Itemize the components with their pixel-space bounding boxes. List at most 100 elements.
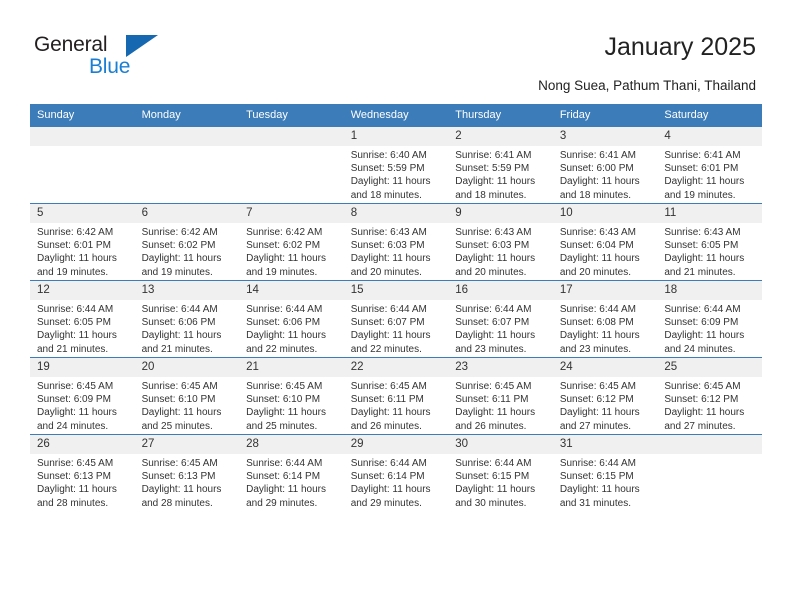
day-details: Sunrise: 6:43 AM Sunset: 6:03 PM Daylight:… [448, 223, 553, 279]
calendar-day-cell[interactable]: 19 Sunrise: 6:45 AM Sunset: 6:09 PM Dayligh… [30, 357, 135, 435]
day-number: 27 [134, 435, 240, 454]
sunrise-text: Sunrise: 6:42 AM [246, 227, 323, 238]
daylight-text: Daylight: 11 hours and 25 minutes. [141, 407, 222, 432]
sunrise-text: Sunrise: 6:44 AM [455, 458, 532, 469]
calendar-day-cell[interactable]: 21 Sunrise: 6:45 AM Sunset: 6:10 PM Dayligh… [239, 357, 344, 435]
sunrise-text: Sunrise: 6:41 AM [559, 150, 636, 161]
sunrise-sunset-calendar: Sunday Monday Tuesday Wednesday Thursday… [30, 104, 762, 511]
daylight-text: Daylight: 11 hours and 28 minutes. [37, 484, 117, 509]
sunrise-text: Sunrise: 6:45 AM [37, 381, 114, 392]
day-number [30, 127, 135, 146]
day-number: 11 [657, 204, 762, 223]
sunrise-text: Sunrise: 6:44 AM [37, 304, 114, 315]
sunrise-text: Sunrise: 6:45 AM [141, 458, 218, 469]
calendar-day-cell[interactable]: 7 Sunrise: 6:42 AM Sunset: 6:02 PM Daylight… [239, 203, 344, 281]
sunset-text: Sunset: 6:03 PM [350, 240, 425, 252]
calendar-day-cell[interactable]: 9 Sunrise: 6:43 AM Sunset: 6:03 PM Daylight… [448, 203, 553, 281]
day-number [134, 127, 240, 146]
calendar-page: General Blue January 2025 Nong Suea, Pat… [0, 0, 792, 612]
calendar-day-cell[interactable]: 12 Sunrise: 6:44 AM Sunset: 6:05 PM Dayligh… [30, 280, 135, 358]
day-details: Sunrise: 6:44 AM Sunset: 6:14 PM Daylight:… [239, 454, 344, 510]
sunset-text: Sunset: 6:01 PM [37, 240, 111, 252]
calendar-day-cell[interactable]: 3 Sunrise: 6:41 AM Sunset: 6:00 PM Daylight… [552, 127, 658, 204]
day-details: Sunrise: 6:41 AM Sunset: 5:59 PM Daylight:… [448, 146, 553, 202]
sunset-text: Sunset: 6:10 PM [246, 394, 321, 406]
day-number: 4 [657, 127, 762, 146]
day-number: 18 [657, 281, 762, 300]
sunset-text: Sunset: 6:05 PM [664, 240, 739, 252]
sunset-text: Sunset: 5:59 PM [350, 163, 425, 175]
sunrise-text: Sunrise: 6:42 AM [37, 227, 114, 238]
daylight-text: Daylight: 11 hours and 21 minutes. [141, 330, 222, 355]
calendar-day-cell[interactable]: 5 Sunrise: 6:42 AM Sunset: 6:01 PM Daylight… [30, 203, 135, 281]
calendar-day-cell[interactable]: 30 Sunrise: 6:44 AM Sunset: 6:15 PM Dayligh… [448, 434, 553, 511]
day-details: Sunrise: 6:44 AM Sunset: 6:15 PM Daylight:… [448, 454, 553, 510]
day-number: 12 [30, 281, 135, 300]
sunset-text: Sunset: 6:06 PM [246, 317, 321, 329]
daylight-text: Daylight: 11 hours and 27 minutes. [664, 407, 745, 432]
calendar-day-cell[interactable]: 2 Sunrise: 6:41 AM Sunset: 5:59 PM Daylight… [448, 127, 553, 204]
calendar-day-cell[interactable]: 6 Sunrise: 6:42 AM Sunset: 6:02 PM Daylight… [134, 203, 240, 281]
daylight-text: Daylight: 11 hours and 27 minutes. [559, 407, 640, 432]
calendar-day-cell[interactable]: 24 Sunrise: 6:45 AM Sunset: 6:12 PM Dayligh… [552, 357, 658, 435]
daylight-text: Daylight: 11 hours and 19 minutes. [37, 253, 117, 278]
sunrise-text: Sunrise: 6:45 AM [664, 381, 741, 392]
calendar-day-cell[interactable]: 4 Sunrise: 6:41 AM Sunset: 6:01 PM Daylight… [657, 127, 762, 204]
calendar-day-cell[interactable]: 22 Sunrise: 6:45 AM Sunset: 6:11 PM Dayligh… [343, 357, 449, 435]
sunrise-text: Sunrise: 6:43 AM [350, 227, 427, 238]
calendar-day-cell[interactable]: 18 Sunrise: 6:44 AM Sunset: 6:09 PM Dayligh… [657, 280, 762, 358]
weekday-header-friday: Friday [552, 104, 658, 127]
sunset-text: Sunset: 6:12 PM [559, 394, 634, 406]
daylight-text: Daylight: 11 hours and 19 minutes. [664, 176, 745, 201]
day-details: Sunrise: 6:45 AM Sunset: 6:11 PM Daylight:… [344, 377, 449, 433]
daylight-text: Daylight: 11 hours and 19 minutes. [246, 253, 326, 278]
sunset-text: Sunset: 6:06 PM [141, 317, 216, 329]
calendar-day-cell[interactable]: 14 Sunrise: 6:44 AM Sunset: 6:06 PM Dayligh… [239, 280, 344, 358]
calendar-day-cell-empty [134, 127, 240, 204]
general-blue-logo[interactable]: General Blue [34, 34, 214, 82]
calendar-day-cell[interactable]: 11 Sunrise: 6:43 AM Sunset: 6:05 PM Dayligh… [657, 203, 762, 281]
sunset-text: Sunset: 6:10 PM [141, 394, 216, 406]
sunset-text: Sunset: 6:13 PM [37, 471, 111, 483]
weekday-header-wednesday: Wednesday [343, 104, 449, 127]
calendar-day-cell[interactable]: 10 Sunrise: 6:43 AM Sunset: 6:04 PM Dayligh… [552, 203, 658, 281]
day-details: Sunrise: 6:44 AM Sunset: 6:15 PM Daylight:… [553, 454, 658, 510]
day-number: 31 [552, 435, 658, 454]
sunrise-text: Sunrise: 6:44 AM [141, 304, 218, 315]
sunset-text: Sunset: 6:07 PM [455, 317, 530, 329]
day-details: Sunrise: 6:45 AM Sunset: 6:13 PM Daylight:… [30, 454, 135, 510]
day-number: 23 [448, 358, 553, 377]
sunset-text: Sunset: 6:12 PM [664, 394, 739, 406]
calendar-day-cell[interactable]: 27 Sunrise: 6:45 AM Sunset: 6:13 PM Dayligh… [134, 434, 240, 511]
logo-text-blue: Blue [89, 55, 131, 78]
day-details: Sunrise: 6:41 AM Sunset: 6:00 PM Daylight:… [553, 146, 658, 202]
calendar-day-cell[interactable]: 8 Sunrise: 6:43 AM Sunset: 6:03 PM Daylight… [343, 203, 449, 281]
logo-text-general: General [34, 33, 108, 56]
calendar-day-cell-empty [657, 434, 762, 511]
calendar-day-cell[interactable]: 31 Sunrise: 6:44 AM Sunset: 6:15 PM Dayligh… [552, 434, 658, 511]
daylight-text: Daylight: 11 hours and 29 minutes. [246, 484, 326, 509]
sunrise-text: Sunrise: 6:45 AM [350, 381, 427, 392]
day-details: Sunrise: 6:45 AM Sunset: 6:10 PM Daylight:… [135, 377, 240, 433]
weekday-header-tuesday: Tuesday [239, 104, 344, 127]
calendar-day-cell[interactable]: 17 Sunrise: 6:44 AM Sunset: 6:08 PM Dayligh… [552, 280, 658, 358]
calendar-day-cell[interactable]: 29 Sunrise: 6:44 AM Sunset: 6:14 PM Dayligh… [343, 434, 449, 511]
calendar-day-cell[interactable]: 1 Sunrise: 6:40 AM Sunset: 5:59 PM Daylight… [343, 127, 449, 204]
sunset-text: Sunset: 6:14 PM [246, 471, 321, 483]
sunset-text: Sunset: 6:02 PM [141, 240, 216, 252]
day-number: 5 [30, 204, 135, 223]
day-number: 19 [30, 358, 135, 377]
calendar-day-cell[interactable]: 26 Sunrise: 6:45 AM Sunset: 6:13 PM Dayligh… [30, 434, 135, 511]
calendar-week-row: 26 Sunrise: 6:45 AM Sunset: 6:13 PM Dayligh… [30, 434, 762, 511]
day-number: 26 [30, 435, 135, 454]
calendar-day-cell[interactable]: 16 Sunrise: 6:44 AM Sunset: 6:07 PM Dayligh… [448, 280, 553, 358]
calendar-day-cell[interactable]: 28 Sunrise: 6:44 AM Sunset: 6:14 PM Dayligh… [239, 434, 344, 511]
calendar-day-cell[interactable]: 20 Sunrise: 6:45 AM Sunset: 6:10 PM Dayligh… [134, 357, 240, 435]
calendar-day-cell[interactable]: 15 Sunrise: 6:44 AM Sunset: 6:07 PM Dayligh… [343, 280, 449, 358]
calendar-day-cell[interactable]: 23 Sunrise: 6:45 AM Sunset: 6:11 PM Dayligh… [448, 357, 553, 435]
day-number: 17 [552, 281, 658, 300]
daylight-text: Daylight: 11 hours and 21 minutes. [664, 253, 745, 278]
calendar-day-cell[interactable]: 25 Sunrise: 6:45 AM Sunset: 6:12 PM Dayligh… [657, 357, 762, 435]
day-details: Sunrise: 6:41 AM Sunset: 6:01 PM Daylight:… [657, 146, 762, 202]
calendar-day-cell[interactable]: 13 Sunrise: 6:44 AM Sunset: 6:06 PM Dayligh… [134, 280, 240, 358]
